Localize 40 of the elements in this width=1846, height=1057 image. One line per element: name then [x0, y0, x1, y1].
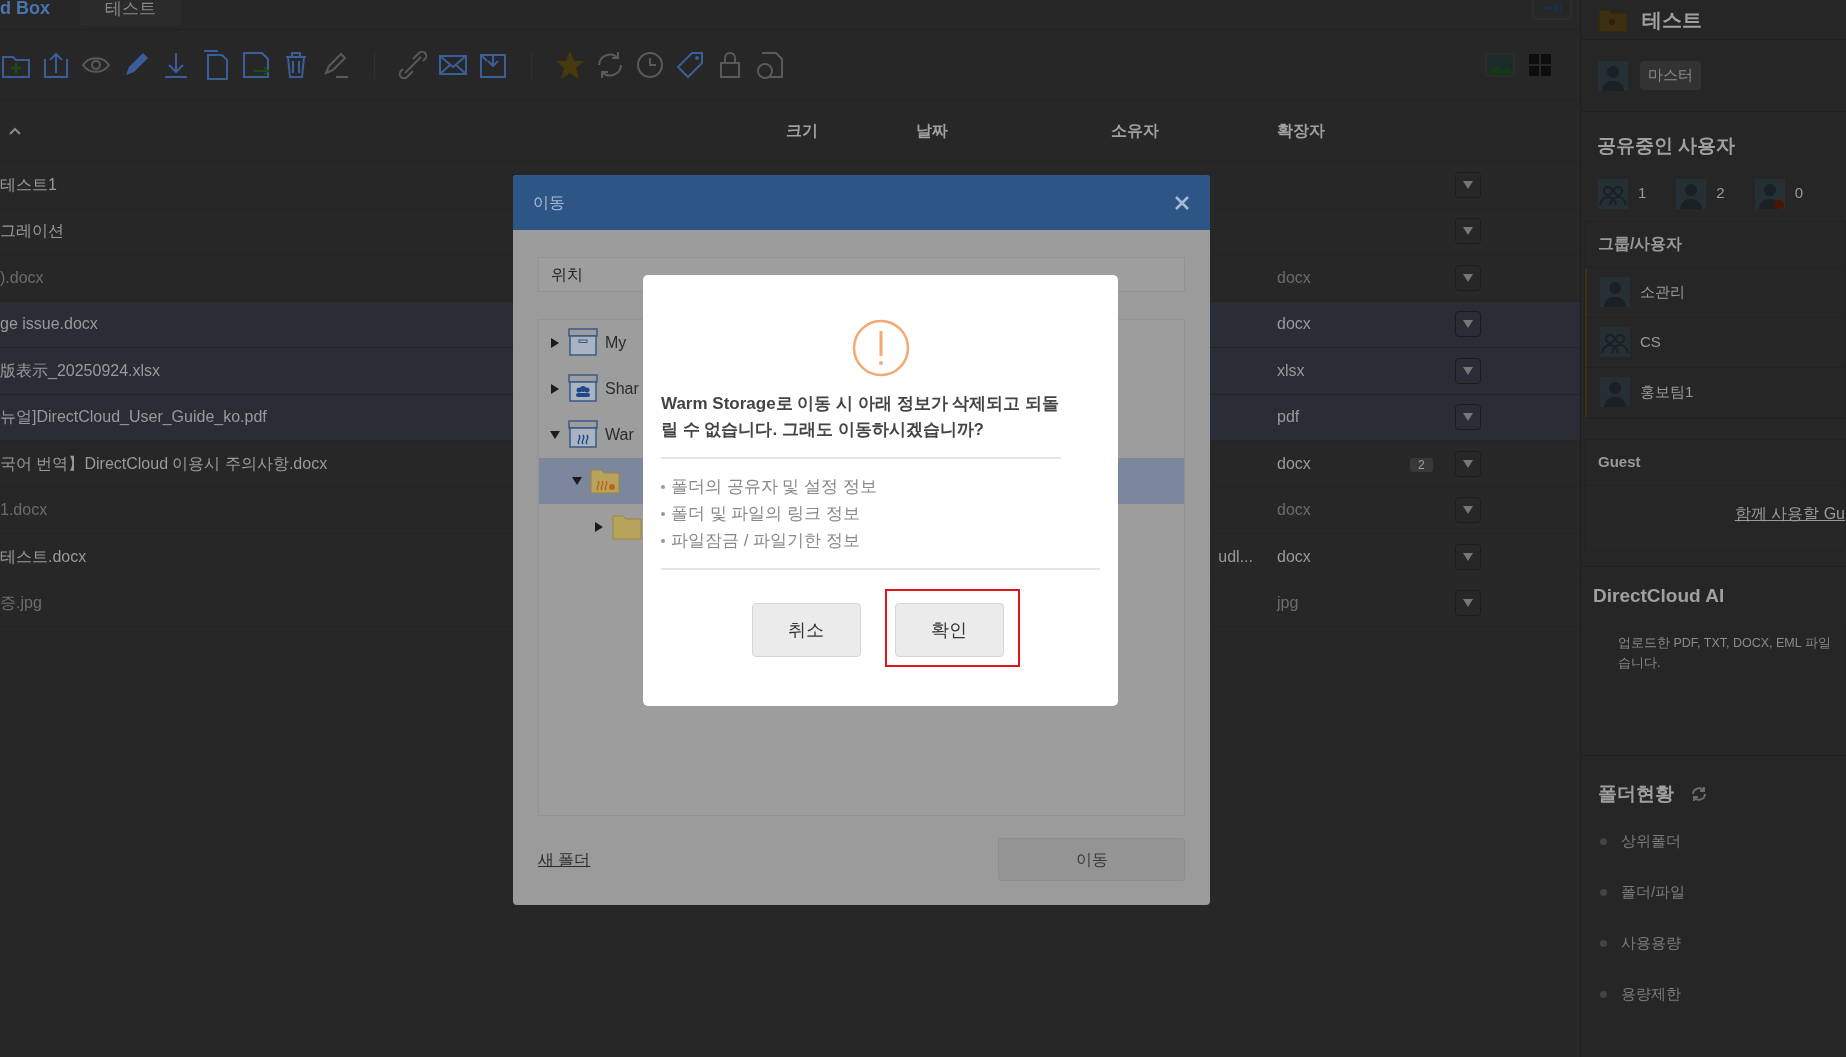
- status-item: 상위폴더: [1598, 816, 1846, 867]
- file-extension: pdf: [1277, 408, 1300, 426]
- file-name: 테스트1: [0, 175, 57, 193]
- file-name: 版表示_20250924.xlsx: [0, 361, 161, 379]
- file-extension: jpg: [1277, 594, 1299, 612]
- section-title: 공유중인 사용자: [1597, 135, 1736, 156]
- panel-title: Guest: [1598, 451, 1641, 472]
- owner-name: udl...: [1218, 547, 1253, 565]
- user-count: 1: [1638, 183, 1647, 204]
- status-item: 용량제한: [1598, 969, 1846, 1020]
- user-count: 0: [1794, 183, 1804, 204]
- file-name: ).docx: [0, 268, 44, 286]
- role-badge: 마스터: [1640, 61, 1701, 90]
- warning-message: Warm Storage로 이동 시 아래 정보가 삭제되고 되돌릴 수 없습니다. 그래도 이동하시겠습니까?: [661, 391, 1061, 459]
- file-name: 증.jpg: [0, 594, 42, 612]
- panel-title: 그룹/사용자: [1598, 234, 1683, 254]
- file-extension: docx: [1277, 547, 1311, 565]
- file-name: 1.docx: [0, 501, 48, 519]
- tree-label: Shar: [605, 379, 639, 399]
- location-label: 위치: [551, 264, 583, 285]
- file-name: 그레이션: [0, 222, 64, 240]
- file-extension: docx: [1277, 268, 1311, 286]
- tree-label: My: [605, 333, 627, 353]
- status-item: 폴더/파일: [1598, 867, 1846, 918]
- file-name: 국어 번역】DirectCloud 이용시 주의사항.docx: [0, 454, 328, 472]
- file-name: ge issue.docx: [0, 315, 98, 333]
- file-name: 테스트.docx: [0, 547, 87, 565]
- folder-name: 테스트: [1642, 7, 1702, 33]
- status-item: 사용용량: [1598, 918, 1846, 969]
- file-name: 뉴얼]DirectCloud_User_Guide_ko.pdf: [0, 408, 267, 426]
- file-extension: docx: [1277, 501, 1311, 519]
- file-extension: xlsx: [1277, 361, 1305, 379]
- file-extension: docx: [1277, 315, 1311, 333]
- section-title: 폴더현황: [1598, 781, 1674, 806]
- section-title: DirectCloud AI: [1593, 584, 1725, 606]
- info-item: 폴더 및 파일의 링크 정보: [661, 500, 1100, 527]
- tree-label: War: [605, 425, 634, 445]
- brand-title: d Box: [0, 0, 50, 16]
- file-extension: docx: [1277, 454, 1311, 472]
- user-count: 2: [1716, 183, 1725, 204]
